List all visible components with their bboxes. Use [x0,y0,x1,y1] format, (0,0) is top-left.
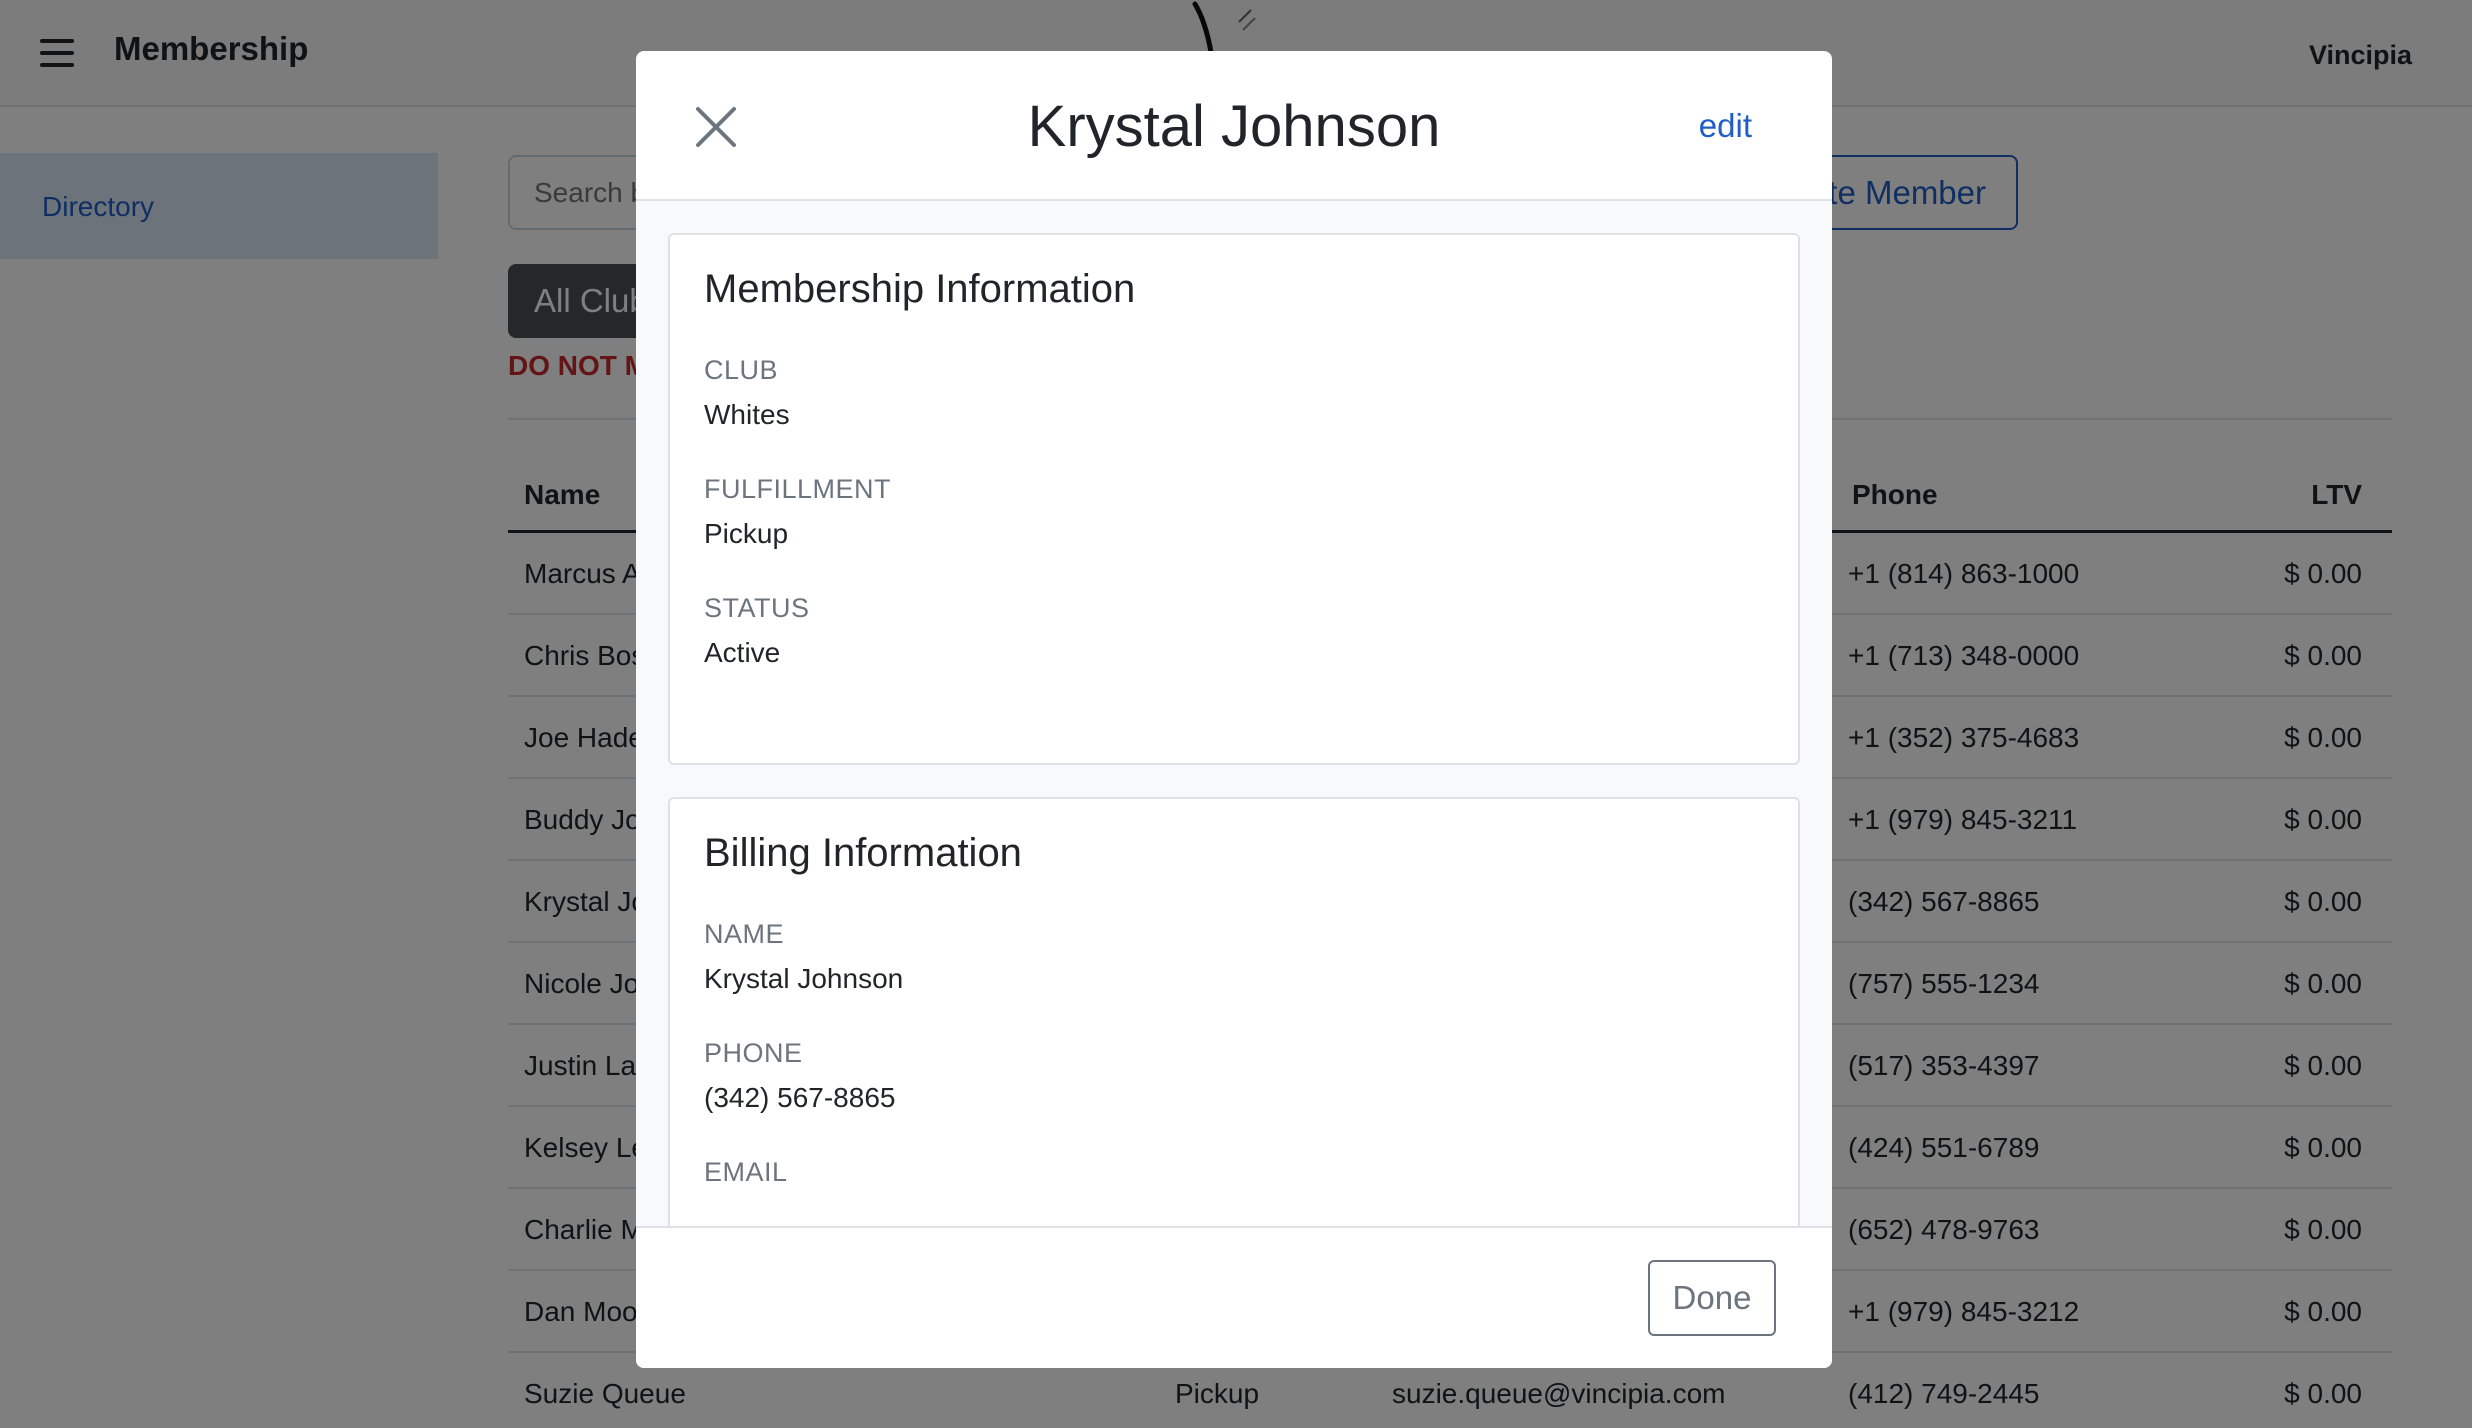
club-field: CLUB Whites [704,352,1764,434]
field-label: NAME [704,919,785,949]
member-detail-modal: Krystal Johnson edit Membership Informat… [636,51,1832,1368]
field-value: Active [704,637,781,668]
fulfillment-field: FULFILLMENT Pickup [704,471,1764,553]
billing-name-field: NAME Krystal Johnson [704,916,1764,998]
status-field: STATUS Active [704,590,1764,672]
field-label: EMAIL [704,1157,788,1187]
billing-phone-field: PHONE (342) 567-8865 [704,1035,1764,1117]
billing-info-card: Billing Information NAME Krystal Johnson… [668,797,1800,1277]
membership-info-card: Membership Information CLUB Whites FULFI… [668,233,1800,765]
field-value: Krystal Johnson [704,963,904,994]
modal-footer: Done [636,1226,1832,1368]
field-value: Whites [704,399,790,430]
field-label: STATUS [704,593,810,623]
modal-header: Krystal Johnson edit [636,51,1832,201]
done-button[interactable]: Done [1648,1260,1776,1336]
field-value: Pickup [704,518,789,549]
modal-title: Krystal Johnson [1027,94,1441,159]
field-label: FULFILLMENT [704,474,892,504]
modal-body[interactable]: Membership Information CLUB Whites FULFI… [636,201,1832,1277]
field-label: PHONE [704,1038,803,1068]
billing-email-field: EMAIL [704,1154,1764,1190]
field-label: CLUB [704,355,779,385]
field-value: (342) 567-8865 [704,1082,896,1113]
card-title: Billing Information [704,831,1022,875]
card-title: Membership Information [704,267,1136,311]
edit-link[interactable]: edit [1699,107,1752,145]
